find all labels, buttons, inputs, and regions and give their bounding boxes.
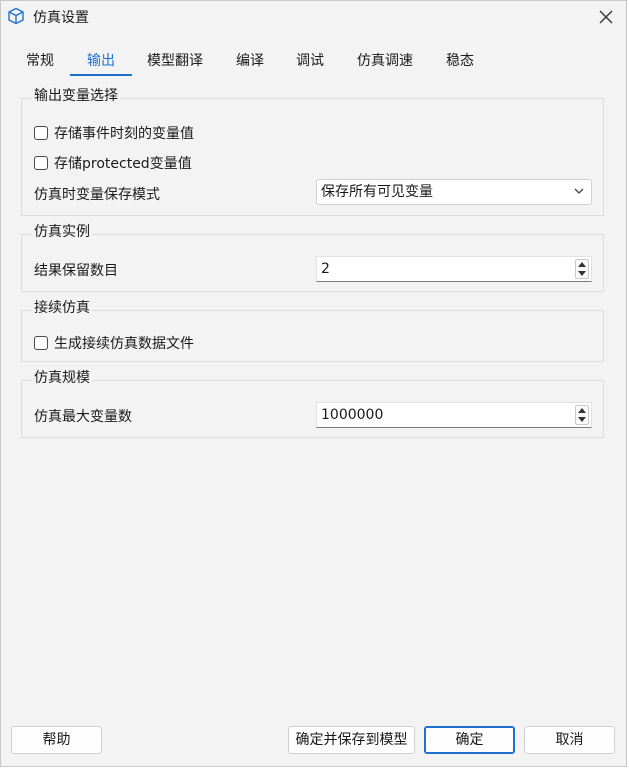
store-event-vars-checkbox[interactable] xyxy=(34,126,48,140)
cancel-button[interactable]: 取消 xyxy=(524,726,615,754)
tab-steady-state[interactable]: 稳态 xyxy=(437,47,483,75)
result-keep-spinbox[interactable]: 2 xyxy=(316,256,592,282)
tab-sim-speed[interactable]: 仿真调速 xyxy=(349,47,421,75)
spin-down-button[interactable] xyxy=(576,269,588,278)
store-protected-vars-checkbox-row[interactable]: 存储protected变量值 xyxy=(34,153,192,173)
checkbox-label: 存储事件时刻的变量值 xyxy=(54,126,194,142)
max-vars-value: 1000000 xyxy=(321,407,384,423)
gen-continue-file-checkbox[interactable] xyxy=(34,336,48,350)
simulation-scale-group: 仿真规模 仿真最大变量数 1000000 xyxy=(21,367,604,438)
group-title: 仿真规模 xyxy=(32,367,92,387)
title-bar: 仿真设置 xyxy=(1,1,626,33)
tab-model-translation[interactable]: 模型翻译 xyxy=(139,47,211,75)
caret-down-icon xyxy=(578,417,586,422)
cube-icon xyxy=(8,7,24,25)
caret-up-icon xyxy=(578,408,586,413)
save-to-model-button[interactable]: 确定并保存到模型 xyxy=(288,726,415,754)
spin-up-button[interactable] xyxy=(576,406,588,415)
tab-output[interactable]: 输出 xyxy=(70,47,132,76)
tab-debug[interactable]: 调试 xyxy=(287,47,333,75)
simulation-instance-group: 仿真实例 结果保留数目 2 xyxy=(21,221,604,292)
gen-continue-file-checkbox-row[interactable]: 生成接续仿真数据文件 xyxy=(34,333,194,353)
spin-buttons xyxy=(575,259,589,279)
tab-compile[interactable]: 编译 xyxy=(227,47,273,75)
result-keep-value: 2 xyxy=(321,261,330,277)
store-protected-vars-checkbox[interactable] xyxy=(34,156,48,170)
save-mode-value: 保存所有可见变量 xyxy=(321,184,433,200)
chevron-down-icon xyxy=(574,188,584,194)
output-variable-group: 输出变量选择 存储事件时刻的变量值 存储protected变量值 仿真时变量保存… xyxy=(21,85,604,216)
close-icon xyxy=(599,10,613,24)
spin-up-button[interactable] xyxy=(576,260,588,269)
close-button[interactable] xyxy=(596,7,616,27)
max-vars-label: 仿真最大变量数 xyxy=(34,409,132,425)
continue-simulation-group: 接续仿真 生成接续仿真数据文件 xyxy=(21,297,604,362)
simulation-settings-dialog: 仿真设置 常规 输出 模型翻译 编译 调试 仿真调速 稳态 输出变量选择 存储事… xyxy=(0,0,627,767)
save-mode-label: 仿真时变量保存模式 xyxy=(34,187,160,203)
caret-up-icon xyxy=(578,262,586,267)
result-keep-label: 结果保留数目 xyxy=(34,263,118,279)
caret-down-icon xyxy=(578,271,586,276)
save-mode-select[interactable]: 保存所有可见变量 xyxy=(316,179,592,205)
group-title: 仿真实例 xyxy=(32,221,92,241)
window-title: 仿真设置 xyxy=(33,10,89,26)
checkbox-label: 生成接续仿真数据文件 xyxy=(54,336,194,352)
max-vars-spinbox[interactable]: 1000000 xyxy=(316,402,592,428)
store-event-vars-checkbox-row[interactable]: 存储事件时刻的变量值 xyxy=(34,123,194,143)
help-button[interactable]: 帮助 xyxy=(11,726,102,754)
group-title: 接续仿真 xyxy=(32,297,92,317)
spin-down-button[interactable] xyxy=(576,415,588,424)
checkbox-label: 存储protected变量值 xyxy=(54,156,192,172)
tab-general[interactable]: 常规 xyxy=(15,47,65,75)
ok-button[interactable]: 确定 xyxy=(424,726,515,754)
group-title: 输出变量选择 xyxy=(32,85,120,105)
spin-buttons xyxy=(575,405,589,425)
